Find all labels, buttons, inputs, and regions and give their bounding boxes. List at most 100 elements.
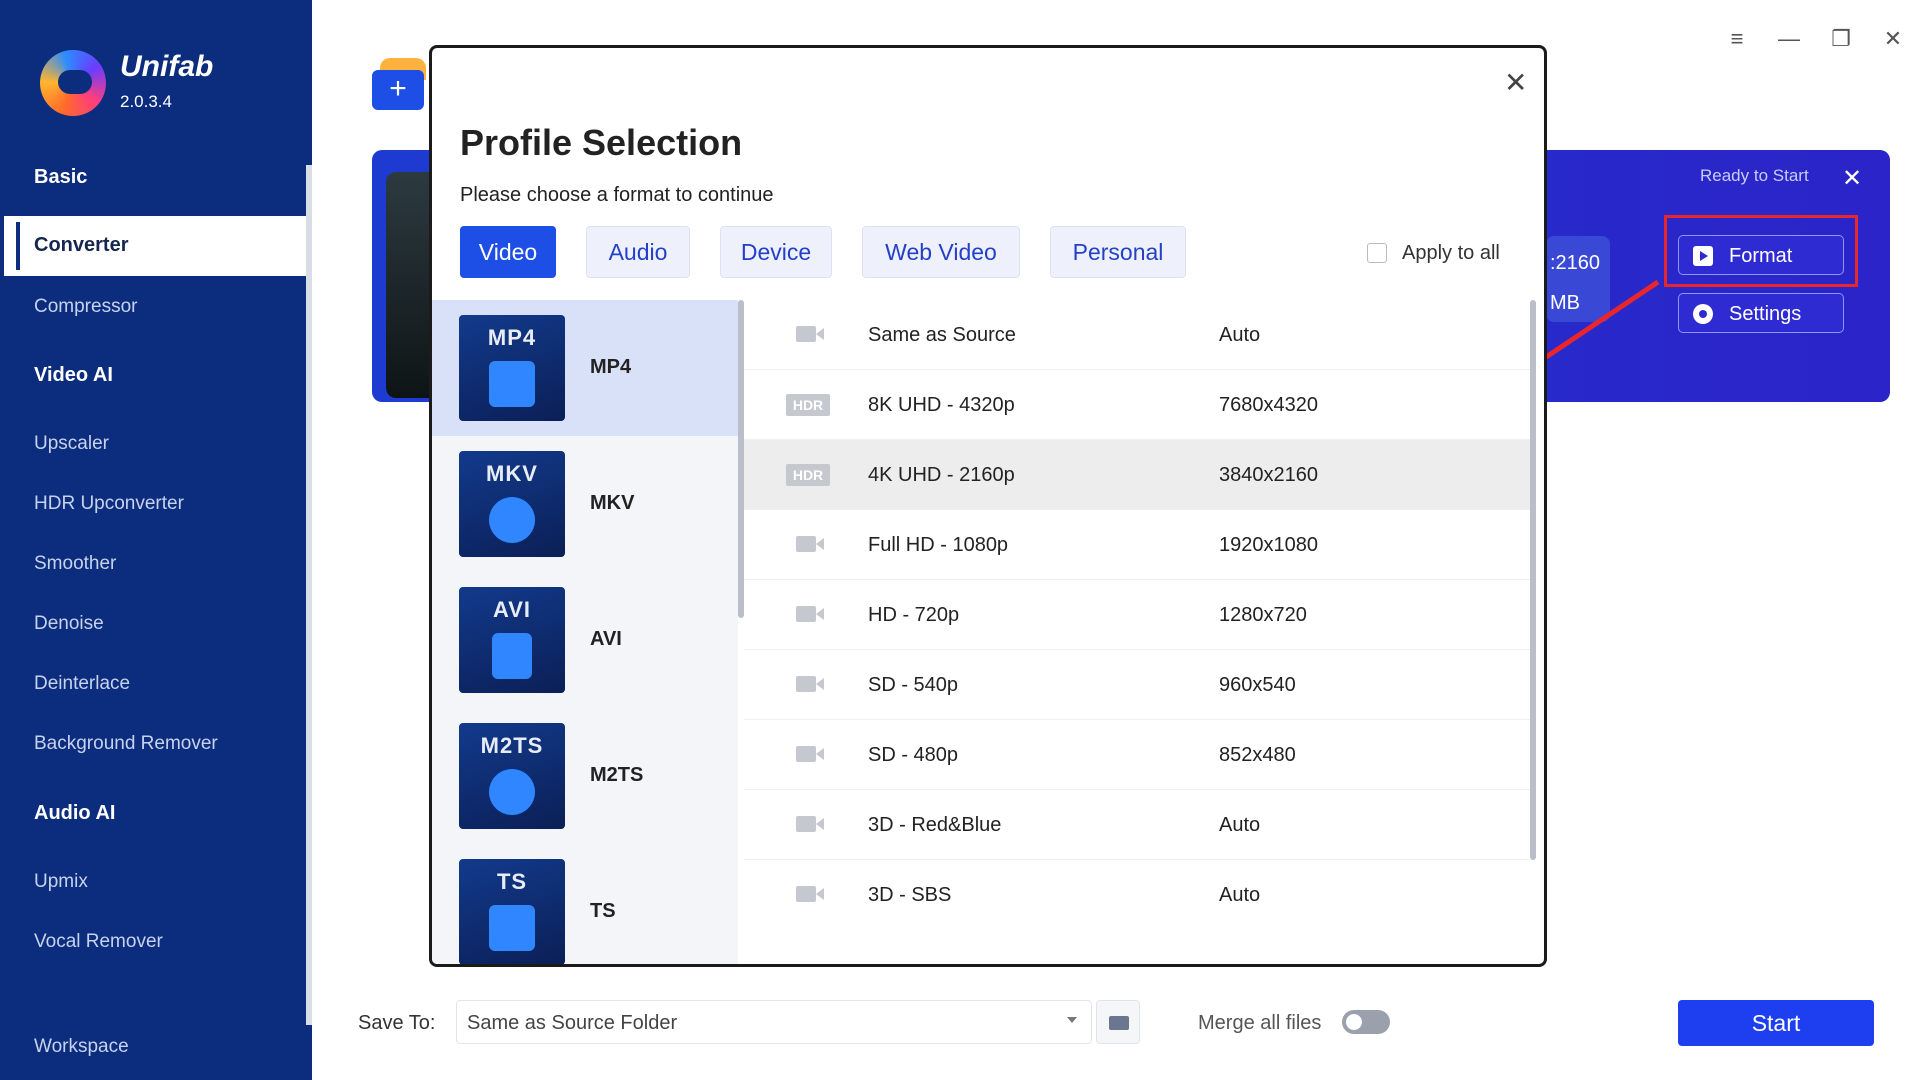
video-camera-icon <box>796 676 824 692</box>
profile-row-8k[interactable]: HDR 8K UHD - 4320p 7680x4320 <box>744 370 1530 440</box>
profile-value: 852x480 <box>1219 744 1296 766</box>
profile-row-same-as-source[interactable]: Same as Source Auto <box>744 300 1530 370</box>
video-camera-icon <box>796 536 824 552</box>
profile-list-scrollbar[interactable] <box>1530 300 1536 860</box>
format-highlight-box <box>1664 215 1858 287</box>
format-tag: M2TS <box>480 733 544 758</box>
profile-row-3d-sbs[interactable]: 3D - SBS Auto <box>744 860 1530 930</box>
profile-value: 7680x4320 <box>1219 394 1318 416</box>
sidebar-item-workspace[interactable]: Workspace <box>34 1036 129 1058</box>
video-camera-icon <box>796 816 824 832</box>
hdr-badge-icon: HDR <box>786 394 830 416</box>
format-item-ts[interactable]: TS TS <box>432 844 738 964</box>
format-list: MP4 MP4 MKV MKV AVI AVI M2TS M2TS TS TS <box>432 300 738 964</box>
sidebar-item-upmix[interactable]: Upmix <box>34 871 88 893</box>
profile-name: HD - 720p <box>868 604 960 626</box>
film-strip-icon <box>492 633 532 679</box>
profile-name: SD - 480p <box>868 744 959 766</box>
format-item-mkv[interactable]: MKV MKV <box>432 436 738 572</box>
matroska-icon <box>489 497 535 543</box>
profile-row-4k[interactable]: HDR 4K UHD - 2160p 3840x2160 <box>744 440 1530 510</box>
profile-name: 8K UHD - 4320p <box>868 394 1015 416</box>
sidebar-scrollbar[interactable] <box>306 165 312 1025</box>
unifab-logo-icon <box>40 50 106 116</box>
save-to-label: Save To: <box>358 1012 436 1034</box>
sidebar-item-converter[interactable]: Converter <box>4 216 307 276</box>
active-indicator <box>16 222 20 270</box>
dialog-subtitle: Please choose a format to continue <box>460 184 774 206</box>
tab-personal[interactable]: Personal <box>1050 226 1186 278</box>
settings-button[interactable]: Settings <box>1678 293 1844 333</box>
format-tag: AVI <box>492 597 532 622</box>
profile-row-3d-red-blue[interactable]: 3D - Red&Blue Auto <box>744 790 1530 860</box>
profile-row-480p[interactable]: SD - 480p 852x480 <box>744 720 1530 790</box>
sidebar-item-background-remover[interactable]: Background Remover <box>34 733 218 755</box>
gear-icon <box>1693 304 1713 324</box>
tab-web-video[interactable]: Web Video <box>862 226 1020 278</box>
tab-video[interactable]: Video <box>460 226 556 278</box>
profile-name: SD - 540p <box>868 674 959 696</box>
dialog-close-icon[interactable]: ✕ <box>1504 66 1527 99</box>
merge-toggle[interactable] <box>1342 1010 1390 1034</box>
profile-name: Full HD - 1080p <box>868 534 1009 556</box>
profile-name: 4K UHD - 2160p <box>868 464 1015 486</box>
m2ts-icon: M2TS <box>459 723 565 829</box>
format-item-m2ts[interactable]: M2TS M2TS <box>432 708 738 844</box>
apply-to-all-label: Apply to all <box>1402 242 1500 264</box>
merge-label: Merge all files <box>1198 1012 1322 1034</box>
section-video-ai: Video AI <box>34 364 113 386</box>
profile-name: 3D - Red&Blue <box>868 814 1002 836</box>
format-name: MKV <box>590 492 635 514</box>
profile-row-1080p[interactable]: Full HD - 1080p 1920x1080 <box>744 510 1530 580</box>
browse-folder-button[interactable] <box>1096 1000 1140 1044</box>
format-tag: TS <box>496 869 528 894</box>
format-item-avi[interactable]: AVI AVI <box>432 572 738 708</box>
format-item-mp4[interactable]: MP4 MP4 <box>432 300 738 436</box>
restore-icon[interactable]: ❐ <box>1826 24 1856 54</box>
task-close-icon[interactable]: ✕ <box>1842 164 1862 193</box>
profile-value: 960x540 <box>1219 674 1296 696</box>
profile-value: Auto <box>1219 324 1261 346</box>
sidebar-item-hdr-upconverter[interactable]: HDR Upconverter <box>34 493 184 515</box>
add-file-button[interactable]: + <box>372 70 424 110</box>
tab-device[interactable]: Device <box>720 226 832 278</box>
close-icon[interactable]: ✕ <box>1878 24 1908 54</box>
mkv-icon: MKV <box>459 451 565 557</box>
minimize-icon[interactable]: — <box>1774 24 1804 54</box>
app-version: 2.0.3.4 <box>120 92 172 111</box>
start-button[interactable]: Start <box>1678 1000 1874 1046</box>
profile-name: 3D - SBS <box>868 884 952 906</box>
tab-audio[interactable]: Audio <box>586 226 690 278</box>
sidebar-item-denoise[interactable]: Denoise <box>34 613 104 635</box>
profile-row-720p[interactable]: HD - 720p 1280x720 <box>744 580 1530 650</box>
profile-list: Same as Source Auto HDR 8K UHD - 4320p 7… <box>744 300 1530 964</box>
video-camera-icon <box>796 326 824 342</box>
format-tag: MKV <box>486 461 538 486</box>
mp4-icon: MP4 <box>459 315 565 421</box>
profile-value: 1280x720 <box>1219 604 1307 626</box>
profile-row-540p[interactable]: SD - 540p 960x540 <box>744 650 1530 720</box>
ts-icon: TS <box>459 859 565 964</box>
video-camera-icon <box>796 606 824 622</box>
settings-button-label: Settings <box>1729 303 1802 325</box>
play-icon <box>489 361 535 407</box>
folder-icon <box>1109 1016 1129 1030</box>
sidebar-item-deinterlace[interactable]: Deinterlace <box>34 673 130 695</box>
menu-icon[interactable]: ≡ <box>1722 24 1752 54</box>
apply-to-all-checkbox[interactable] <box>1367 243 1387 263</box>
profile-selection-dialog: ✕ Profile Selection Please choose a form… <box>429 45 1547 967</box>
section-basic: Basic <box>34 166 88 188</box>
sidebar-item-smoother[interactable]: Smoother <box>34 553 116 575</box>
format-tag: MP4 <box>487 325 537 350</box>
chevron-down-icon <box>1067 1017 1077 1023</box>
sidebar-item-upscaler[interactable]: Upscaler <box>34 433 109 455</box>
video-camera-icon <box>796 746 824 762</box>
sidebar-item-label: Converter <box>34 234 129 256</box>
film-reel-icon <box>489 769 535 815</box>
save-to-select[interactable]: Same as Source Folder <box>456 1000 1092 1044</box>
video-camera-icon <box>796 886 824 902</box>
sidebar-item-compressor[interactable]: Compressor <box>34 296 137 318</box>
sidebar-item-vocal-remover[interactable]: Vocal Remover <box>34 931 163 953</box>
format-name: TS <box>590 900 616 922</box>
dialog-title: Profile Selection <box>460 122 743 163</box>
